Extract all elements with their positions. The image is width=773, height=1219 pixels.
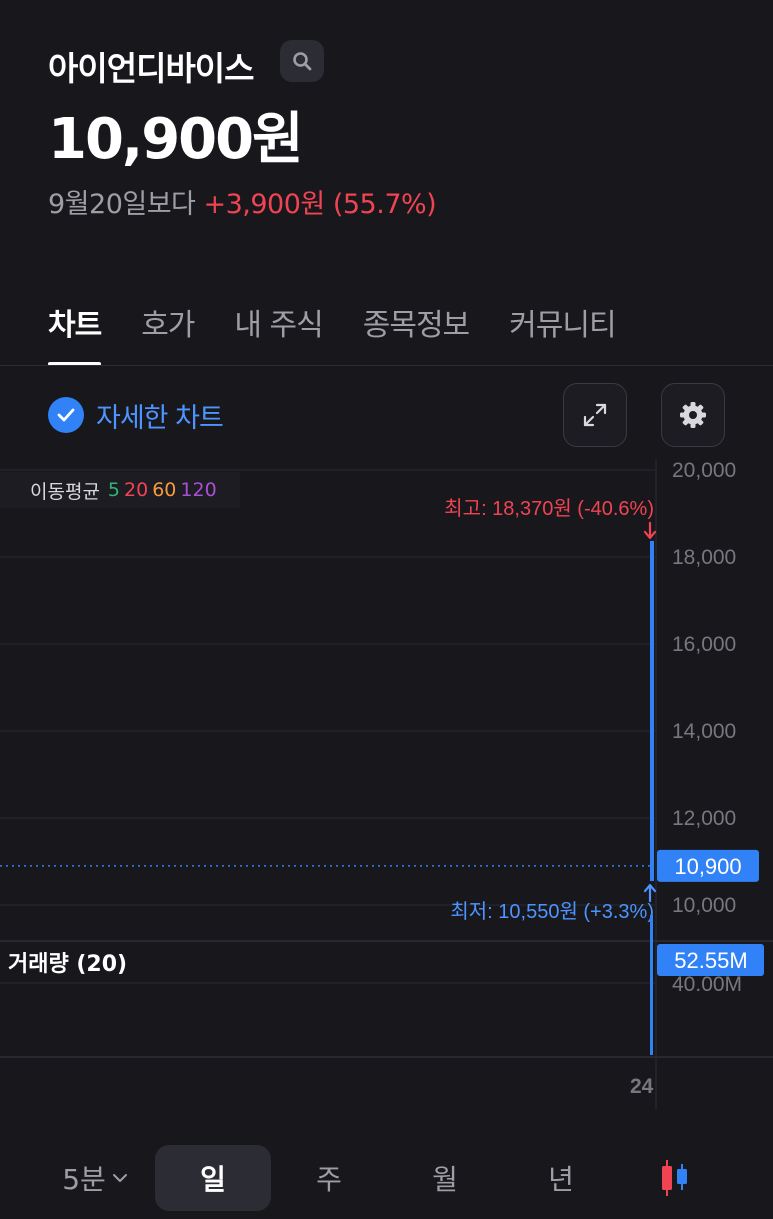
detail-chart-label: 자세한 차트	[96, 402, 224, 434]
ma-period-20: 20	[124, 479, 149, 501]
candlestick-icon	[662, 1160, 687, 1196]
price-tick: 12,000	[672, 807, 736, 830]
volume-current-label: 52.55M	[674, 948, 747, 973]
price-tick: 10,000	[672, 894, 736, 917]
low-annotation: 최저: 10,550원 (+3.3%)	[450, 900, 654, 923]
price-change: 9월20일보다 +3,900원 (55.7%)	[48, 182, 437, 221]
moving-average-legend[interactable]: 이동평균 5 20 60 120	[0, 472, 240, 508]
current-price-badge: 10,900	[657, 849, 759, 882]
timeframe-month[interactable]: 월	[387, 1145, 503, 1211]
ma-period-60: 60	[152, 479, 177, 501]
expand-icon	[583, 403, 607, 427]
search-button[interactable]	[280, 40, 324, 82]
minute-interval-label: 5분	[62, 1163, 106, 1196]
timeframe-week[interactable]: 주	[271, 1145, 387, 1211]
chart-settings-button[interactable]	[661, 383, 725, 447]
change-value: +3,900원 (55.7%)	[203, 189, 437, 220]
change-base-label: 9월20일보다	[48, 189, 196, 220]
tab-orderbook[interactable]: 호가	[141, 300, 195, 366]
high-annotation: 최고: 18,370원 (-40.6%)	[444, 497, 654, 520]
ma-period-120: 120	[180, 479, 217, 501]
chart-grid	[0, 460, 773, 1110]
timeframe-day[interactable]: 일	[155, 1145, 271, 1211]
stock-tabs: 차트 호가 내 주식 종목정보 커뮤니티	[48, 300, 656, 366]
stock-name: 아이언디바이스	[48, 49, 255, 88]
x-tick: 24	[630, 1075, 654, 1098]
expand-chart-button[interactable]	[563, 383, 627, 447]
detail-chart-toggle[interactable]: 자세한 차트	[48, 396, 224, 434]
price-tick: 14,000	[672, 720, 736, 743]
ma-label: 이동평균	[30, 480, 100, 503]
tab-divider	[0, 365, 773, 366]
ma-period-5: 5	[107, 479, 121, 501]
volume-tick: 40.00M	[672, 973, 742, 996]
tab-chart[interactable]: 차트	[48, 300, 102, 366]
volume-badge: 52.55M	[657, 944, 764, 976]
gear-icon	[680, 402, 706, 428]
price-tick: 20,000	[672, 460, 736, 482]
chevron-down-icon	[112, 1174, 127, 1182]
tab-community[interactable]: 커뮤니티	[509, 300, 616, 366]
low-marker: 최저: 10,550원 (+3.3%)	[450, 883, 657, 923]
arrow-down-icon	[643, 521, 657, 540]
tab-stock-info[interactable]: 종목정보	[363, 300, 470, 366]
arrow-up-icon	[643, 883, 657, 903]
search-icon	[293, 52, 312, 71]
volume-title: 거래량 (20)	[8, 952, 127, 977]
checkmark-icon	[48, 397, 84, 433]
current-price-label: 10,900	[674, 854, 741, 879]
candle-chart-toggle[interactable]	[640, 1145, 710, 1211]
price-tick: 18,000	[672, 546, 736, 569]
volume-bar[interactable]	[650, 914, 653, 1055]
high-marker: 최고: 18,370원 (-40.6%)	[444, 497, 657, 540]
current-price: 10,900원	[48, 107, 304, 172]
timeframe-bar: 5분 일 주 월 년	[0, 1145, 773, 1211]
timeframe-year[interactable]: 년	[503, 1145, 619, 1211]
tab-my-stock[interactable]: 내 주식	[234, 300, 323, 366]
price-axis: 20,000 18,000 16,000 14,000 12,000 10,00…	[672, 460, 736, 917]
price-chart[interactable]: 20,000 18,000 16,000 14,000 12,000 10,00…	[0, 460, 773, 1140]
candle[interactable]	[650, 540, 654, 882]
minute-interval-dropdown[interactable]: 5분	[50, 1145, 140, 1211]
price-tick: 16,000	[672, 633, 736, 656]
